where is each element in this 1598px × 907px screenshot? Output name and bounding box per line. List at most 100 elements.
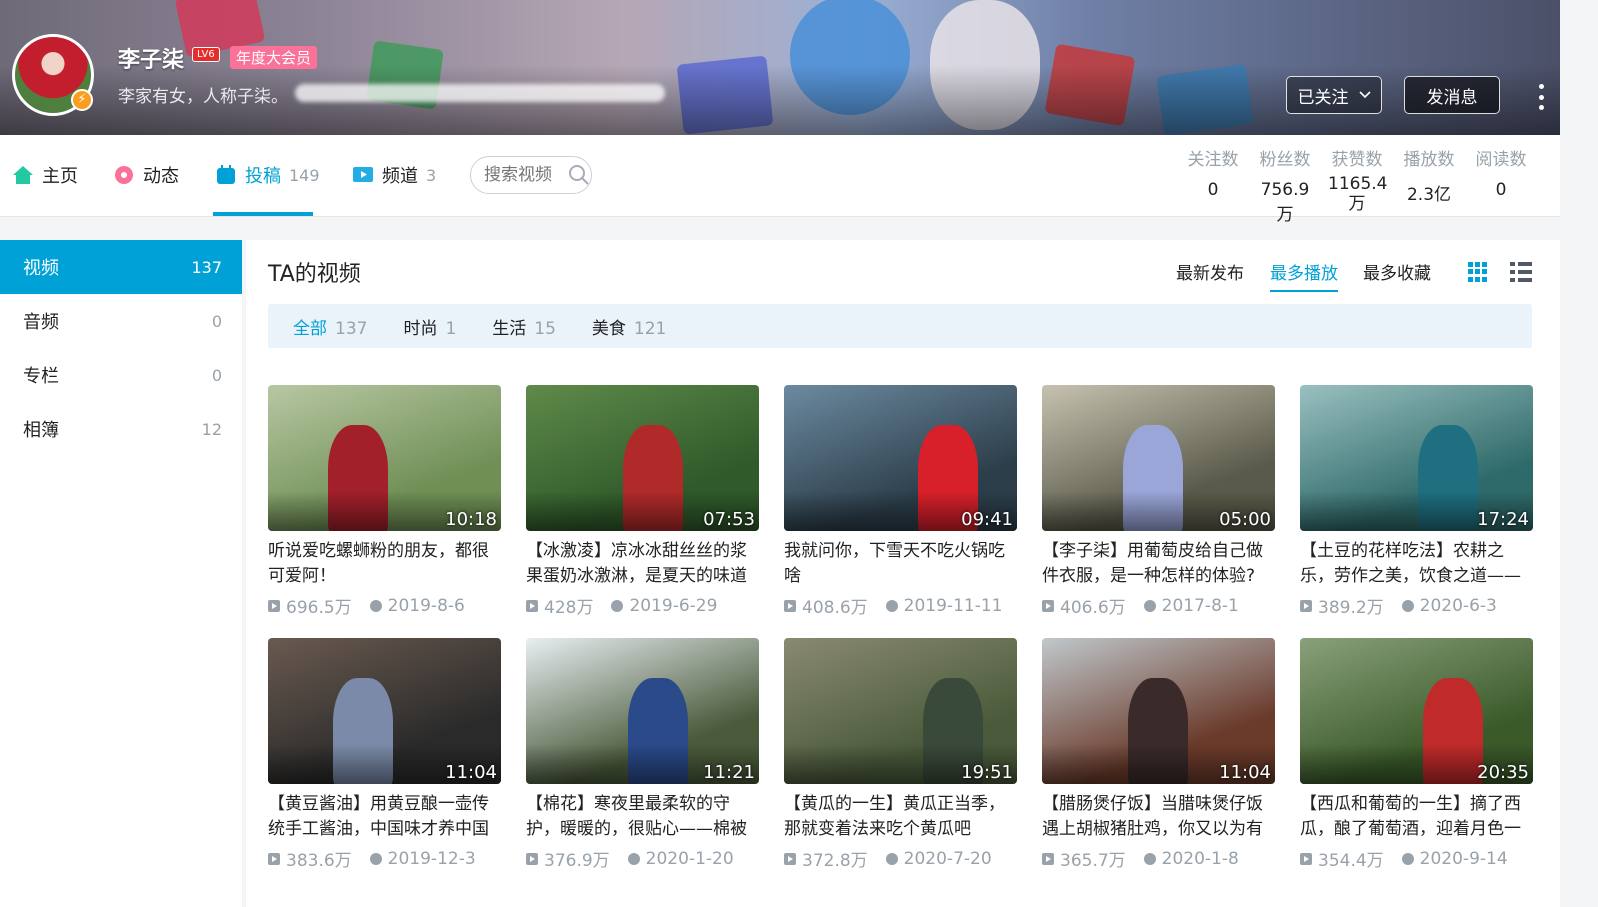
video-title[interactable]: 【黄豆酱油】用黄豆酿一壶传统手工酱油，中国味才养中国: [268, 792, 501, 842]
profile-navbar: 主页 动态 投稿 149 频道 3 关注数 0 粉丝数 756.9万 获赞数 1…: [0, 135, 1560, 225]
tab-videos-count: 149: [289, 165, 320, 185]
stat-likes: 获赞数 1165.4万: [1328, 150, 1388, 214]
video-thumbnail[interactable]: 19:51: [784, 638, 1017, 784]
sidebar-item-articles[interactable]: 专栏 0: [0, 348, 242, 402]
video-card[interactable]: 05:00 【李子柒】用葡萄皮给自己做件衣服，是一种怎样的体验? 406.6万 201…: [1042, 385, 1275, 618]
video-title[interactable]: 听说爱吃螺蛳粉的朋友，都很可爱阿！: [268, 539, 501, 589]
tab-dynamic-label: 动态: [143, 166, 179, 187]
video-card[interactable]: 11:04 【黄豆酱油】用黄豆酿一壶传统手工酱油，中国味才养中国 383.6万 201…: [268, 638, 501, 871]
publish-date: 2020-1-8: [1161, 848, 1239, 869]
search-input[interactable]: [484, 165, 562, 185]
play-count-icon: [784, 852, 796, 865]
video-title[interactable]: 我就问你，下雪天不吃火锅吃啥: [784, 539, 1017, 589]
play-count: 406.6万: [1060, 598, 1126, 618]
video-thumbnail[interactable]: 17:24: [1300, 385, 1533, 531]
sort-latest[interactable]: 最新发布: [1176, 259, 1244, 284]
video-card[interactable]: 17:24 【土豆的花样吃法】农耕之乐，劳作之美，饮食之道—— 389.2万 2020…: [1300, 385, 1533, 618]
publish-date: 2019-11-11: [903, 595, 1003, 616]
video-meta: 372.8万 2020-7-20: [784, 846, 1017, 871]
video-duration: 11:04: [1219, 762, 1271, 783]
stat-followers[interactable]: 粉丝数 756.9万: [1256, 145, 1314, 225]
filter-life[interactable]: 生活 15: [492, 314, 556, 339]
play-count-icon: [1042, 852, 1054, 865]
stat-plays: 播放数 2.3亿: [1403, 150, 1455, 205]
clock-icon: [611, 599, 624, 612]
video-thumbnail[interactable]: 20:35: [1300, 638, 1533, 784]
video-title[interactable]: 【黄瓜的一生】黄瓜正当季，那就变着法来吃个黄瓜吧: [784, 792, 1017, 842]
video-duration: 19:51: [961, 762, 1013, 783]
list-view-icon[interactable]: [1510, 262, 1532, 282]
clock-icon: [627, 852, 640, 865]
video-card[interactable]: 19:51 【黄瓜的一生】黄瓜正当季，那就变着法来吃个黄瓜吧 372.8万 2020-…: [784, 638, 1017, 871]
stat-following[interactable]: 关注数 0: [1184, 145, 1242, 225]
play-count: 389.2万: [1318, 598, 1384, 618]
stat-reads: 阅读数 0: [1475, 150, 1527, 200]
video-card[interactable]: 10:18 听说爱吃螺蛳粉的朋友，都很可爱阿！ 696.5万 2019-8-6: [268, 385, 501, 618]
video-meta: 696.5万 2019-8-6: [268, 593, 501, 618]
video-card[interactable]: 11:04 【腊肠煲仔饭】当腊味煲仔饭遇上胡椒猪肚鸡，你又以为有 365.7万 202…: [1042, 638, 1275, 871]
clock-icon: [1143, 599, 1156, 612]
play-count-icon: [526, 599, 538, 612]
video-title[interactable]: 【西瓜和葡萄的一生】摘了西瓜，酿了葡萄酒，迎着月色一: [1300, 792, 1533, 842]
tab-channels-label: 频道: [382, 166, 418, 187]
home-icon: [13, 166, 33, 184]
chevron-down-icon: [1358, 91, 1371, 99]
video-title[interactable]: 【腊肠煲仔饭】当腊味煲仔饭遇上胡椒猪肚鸡，你又以为有: [1042, 792, 1275, 842]
video-thumbnail[interactable]: 09:41: [784, 385, 1017, 531]
video-thumbnail[interactable]: 07:53: [526, 385, 759, 531]
avatar[interactable]: ⚡: [12, 34, 94, 116]
sort-most-played[interactable]: 最多播放: [1270, 259, 1338, 292]
filter-all[interactable]: 全部 137: [293, 314, 367, 339]
video-duration: 09:41: [961, 509, 1013, 530]
video-card[interactable]: 07:53 【冰激凌】凉冰冰甜丝丝的浆果蛋奶冰激淋，是夏天的味道 428万 2019-…: [526, 385, 759, 618]
filter-fashion[interactable]: 时尚 1: [403, 314, 456, 339]
sidebar-item-video[interactable]: 视频 137: [0, 240, 242, 294]
tab-channels[interactable]: 频道 3: [352, 162, 436, 188]
play-count: 365.7万: [1060, 851, 1126, 871]
play-count-icon: [784, 599, 796, 612]
video-thumbnail[interactable]: 10:18: [268, 385, 501, 531]
sidebar-item-albums[interactable]: 相簿 12: [0, 402, 242, 456]
video-card[interactable]: 09:41 我就问你，下雪天不吃火锅吃啥 408.6万 2019-11-11: [784, 385, 1017, 618]
video-card[interactable]: 11:21 【棉花】寒夜里最柔软的守护，暖暖的，很贴心——棉被 376.9万 2020…: [526, 638, 759, 871]
tab-videos[interactable]: 投稿 149: [215, 162, 320, 188]
clock-icon: [885, 599, 898, 612]
video-list-panel: TA的视频 最新发布 最多播放 最多收藏 全部 137 时尚 1 生活 15 美食 12…: [246, 240, 1560, 907]
video-duration: 05:00: [1219, 509, 1271, 530]
sort-most-favorited[interactable]: 最多收藏: [1363, 259, 1431, 284]
video-title[interactable]: 【土豆的花样吃法】农耕之乐，劳作之美，饮食之道——: [1300, 539, 1533, 589]
video-meta: 354.4万 2020-9-14: [1300, 846, 1533, 871]
flower-icon: [115, 166, 133, 184]
video-card[interactable]: 20:35 【西瓜和葡萄的一生】摘了西瓜，酿了葡萄酒，迎着月色一 354.4万 202…: [1300, 638, 1533, 871]
video-thumbnail[interactable]: 05:00: [1042, 385, 1275, 531]
tab-home[interactable]: 主页: [12, 162, 78, 188]
video-thumbnail[interactable]: 11:04: [268, 638, 501, 784]
lightning-icon: ⚡: [71, 89, 93, 111]
clock-icon: [369, 852, 382, 865]
grid-view-icon[interactable]: [1468, 262, 1488, 282]
video-upload-icon: [217, 165, 235, 184]
signature-redaction: [295, 84, 665, 102]
video-grid: 10:18 听说爱吃螺蛳粉的朋友，都很可爱阿！ 696.5万 2019-8-6 07:5…: [268, 385, 1533, 871]
play-count: 354.4万: [1318, 851, 1384, 871]
video-thumbnail[interactable]: 11:21: [526, 638, 759, 784]
video-title[interactable]: 【棉花】寒夜里最柔软的守护，暖暖的，很贴心——棉被: [526, 792, 759, 842]
tab-dynamic[interactable]: 动态: [113, 162, 179, 188]
sidebar-item-audio[interactable]: 音频 0: [0, 294, 242, 348]
more-options-icon[interactable]: [1534, 84, 1548, 110]
play-count-icon: [1300, 852, 1312, 865]
video-thumbnail[interactable]: 11:04: [1042, 638, 1275, 784]
content-type-sidebar: 视频 137 音频 0 专栏 0 相簿 12: [0, 240, 242, 907]
video-title[interactable]: 【冰激凌】凉冰冰甜丝丝的浆果蛋奶冰激淋，是夏天的味道: [526, 539, 759, 589]
video-duration: 07:53: [703, 509, 755, 530]
filter-food[interactable]: 美食 121: [592, 314, 666, 339]
video-duration: 10:18: [445, 509, 497, 530]
follow-button[interactable]: 已关注: [1286, 76, 1382, 114]
video-title[interactable]: 【李子柒】用葡萄皮给自己做件衣服，是一种怎样的体验?: [1042, 539, 1275, 589]
search-icon[interactable]: [568, 164, 590, 186]
message-button[interactable]: 发消息: [1404, 76, 1500, 114]
video-meta: 389.2万 2020-6-3: [1300, 593, 1533, 618]
video-search[interactable]: [470, 156, 592, 194]
video-duration: 11:21: [703, 762, 755, 783]
video-meta: 376.9万 2020-1-20: [526, 846, 759, 871]
